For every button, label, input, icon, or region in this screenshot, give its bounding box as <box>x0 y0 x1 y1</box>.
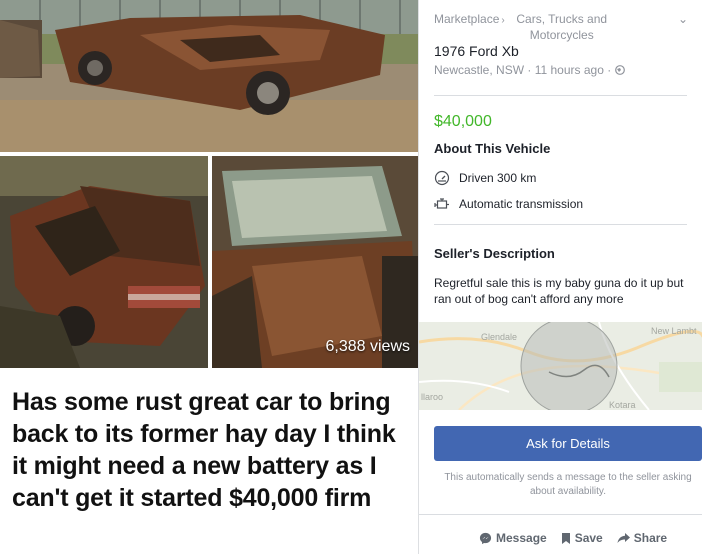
photo-gallery: 6,388 views <box>0 0 418 368</box>
listing-price: $40,000 <box>434 113 492 130</box>
bookmark-icon <box>561 532 570 544</box>
feature-mileage: Driven 300 km <box>434 170 536 186</box>
listing-location[interactable]: Newcastle, NSW <box>434 63 524 77</box>
breadcrumb: Marketplace › Cars, Trucks and Motorcycles <box>434 11 664 43</box>
save-button[interactable]: Save <box>561 531 603 545</box>
divider <box>434 224 687 225</box>
share-label: Share <box>633 531 668 545</box>
listing-title: 1976 Ford Xb <box>434 43 519 59</box>
caption-text: Has some rust great car to bring back to… <box>12 388 396 512</box>
about-vehicle-heading: About This Vehicle <box>434 141 551 156</box>
map-label: llaroo <box>421 392 444 402</box>
speedometer-icon <box>434 170 450 186</box>
seller-description: Regretful sale this is my baby guna do i… <box>434 276 684 306</box>
feature-transmission-label: Automatic transmission <box>459 197 584 211</box>
feature-mileage-label: Driven 300 km <box>459 171 537 185</box>
listing-posted-time: 11 hours ago <box>534 63 604 77</box>
ask-note: This automatically sends a message to th… <box>444 472 692 497</box>
message-label: Message <box>496 531 547 545</box>
car-photo-front[interactable]: 6,388 views <box>212 156 418 368</box>
car-photo-rear[interactable] <box>0 156 208 368</box>
breadcrumb-category[interactable]: Cars, Trucks and Motorcycles <box>507 11 617 43</box>
save-label: Save <box>574 531 603 545</box>
map-label: New Lambt <box>651 326 697 336</box>
messenger-icon <box>479 532 492 544</box>
view-count: 6,388 views <box>325 338 411 355</box>
map-label: Kotara <box>609 400 636 410</box>
divider <box>419 514 702 515</box>
divider <box>434 95 687 96</box>
feature-transmission: Automatic transmission <box>434 196 583 212</box>
location-map[interactable]: Glendale New Lambt llaroo Kotara <box>419 322 702 410</box>
listing-location-line: Newcastle, NSW · 11 hours ago · <box>434 63 625 77</box>
action-bar: Message Save Share <box>479 531 667 545</box>
seller-description-heading: Seller's Description <box>434 246 555 261</box>
share-button[interactable]: Share <box>617 531 667 545</box>
breadcrumb-marketplace[interactable]: Marketplace <box>434 12 499 26</box>
globe-icon <box>614 65 625 75</box>
breadcrumb-separator-icon: › <box>501 15 505 26</box>
chevron-down-icon[interactable]: ⌄ <box>678 12 688 26</box>
message-button[interactable]: Message <box>479 531 547 545</box>
listing-panel: Marketplace › Cars, Trucks and Motorcycles… <box>418 0 702 554</box>
share-arrow-icon <box>617 533 630 543</box>
map-label: Glendale <box>481 332 518 342</box>
photo-caption: Has some rust great car to bring back to… <box>0 368 418 554</box>
engine-icon <box>434 198 449 209</box>
ask-for-details-button[interactable]: Ask for Details <box>434 426 702 461</box>
car-photo-main[interactable] <box>0 0 418 152</box>
